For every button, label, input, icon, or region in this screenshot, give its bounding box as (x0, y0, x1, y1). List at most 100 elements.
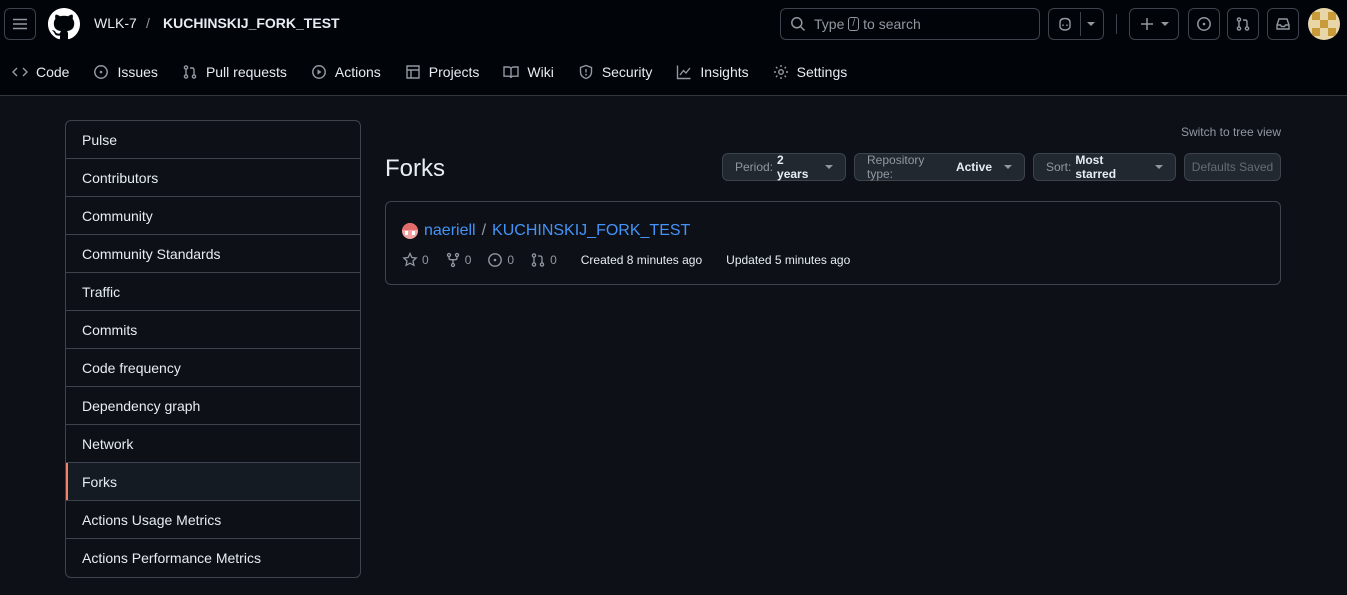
chevron-down-icon[interactable] (1087, 22, 1095, 26)
issue-icon (1197, 17, 1211, 31)
table-icon (406, 65, 420, 79)
nav-security[interactable]: Security (578, 64, 653, 80)
sidebar-item-actions-usage-metrics[interactable]: Actions Usage Metrics (66, 501, 360, 539)
nav-insights[interactable]: Insights (676, 64, 749, 80)
nav-settings[interactable]: Settings (773, 64, 848, 80)
pull-request-icon (1236, 17, 1250, 31)
graph-icon (677, 65, 691, 80)
issue-icon (488, 253, 503, 267)
fork-pulls-count: 0 (550, 253, 557, 267)
nav-wiki[interactable]: Wiki (503, 64, 554, 80)
gear-icon (773, 65, 788, 79)
repository-type-label: Repository type: (867, 153, 925, 181)
app-header: WLK-7 / KUCHINSKIJ_FORK_TEST Type / to s… (0, 0, 1347, 96)
sort-label: Sort: (1046, 160, 1072, 174)
nav-projects[interactable]: Projects (405, 64, 480, 80)
fork-stars: 0 (402, 252, 429, 268)
github-logo-icon[interactable] (48, 8, 80, 40)
nav-actions[interactable]: Actions (311, 64, 381, 80)
repository-type-value: Active (955, 160, 992, 174)
pull-requests-button[interactable] (1227, 8, 1259, 40)
breadcrumb-separator: / (146, 15, 150, 31)
sidebar-item-community[interactable]: Community (66, 197, 360, 235)
nav-code-label: Code (36, 64, 70, 80)
create-new-button[interactable] (1129, 8, 1179, 40)
sidebar-item-contributors[interactable]: Contributors (66, 159, 360, 197)
nav-actions-label: Actions (334, 64, 381, 80)
search-prefix: Type (814, 16, 845, 32)
sidebar-item-code-frequency[interactable]: Code frequency (66, 349, 360, 387)
copilot-button[interactable] (1048, 8, 1104, 40)
search-icon (791, 17, 806, 32)
switch-to-tree-view-link[interactable]: Switch to tree view (1181, 125, 1281, 139)
period-value: 2 years (777, 153, 809, 181)
fork-forks-count: 0 (464, 253, 472, 267)
chevron-down-icon (1004, 165, 1012, 169)
sidebar-item-forks[interactable]: Forks (66, 463, 360, 501)
book-icon (503, 66, 520, 79)
page-title: Forks (385, 155, 445, 182)
breadcrumb-owner[interactable]: WLK-7 (94, 15, 137, 31)
nav-issues-label: Issues (117, 64, 158, 80)
sidebar-item-dependency-graph[interactable]: Dependency graph (66, 387, 360, 425)
period-label: Period: (735, 160, 774, 174)
sidebar-item-commits[interactable]: Commits (66, 311, 360, 349)
search-input[interactable]: Type / to search (780, 8, 1040, 40)
fork-owner-avatar[interactable] (402, 223, 418, 239)
nav-pull-requests[interactable]: Pull requests (182, 64, 287, 80)
nav-pull-requests-label: Pull requests (205, 64, 287, 80)
search-suffix: to search (863, 16, 921, 32)
nav-issues[interactable]: Issues (93, 64, 158, 80)
sidebar-item-community-standards[interactable]: Community Standards (66, 235, 360, 273)
fork-owner-link[interactable]: naeriell (424, 222, 476, 240)
avatar-icon (1312, 12, 1336, 36)
sidebar-item-pulse[interactable]: Pulse (66, 121, 360, 159)
fork-separator: / (481, 222, 487, 239)
shield-icon (579, 64, 593, 80)
search-shortcut-key: / (848, 17, 860, 31)
sidebar-item-network[interactable]: Network (66, 425, 360, 463)
fork-title: naeriell / KUCHINSKIJ_FORK_TEST (402, 222, 690, 240)
fork-list-item: naeriell / KUCHINSKIJ_FORK_TEST 0 0 0 0 … (385, 201, 1281, 285)
menu-button[interactable] (4, 8, 36, 40)
fork-icon (446, 252, 459, 268)
fork-pulls: 0 (530, 252, 557, 268)
avatar-icon (402, 223, 418, 235)
sidebar-item-traffic[interactable]: Traffic (66, 273, 360, 311)
breadcrumb-repo[interactable]: KUCHINSKIJ_FORK_TEST (163, 15, 340, 31)
inbox-button[interactable] (1267, 8, 1299, 40)
pull-request-icon (183, 65, 197, 79)
user-avatar[interactable] (1308, 8, 1340, 40)
fork-repo-link[interactable]: KUCHINSKIJ_FORK_TEST (492, 222, 690, 240)
nav-security-label: Security (601, 64, 653, 80)
repo-nav: Code Issues Pull requests Actions Projec… (0, 60, 871, 84)
fork-created: Created 8 minutes ago (580, 253, 703, 267)
fork-issues: 0 (487, 252, 514, 268)
copilot-divider (1080, 12, 1081, 36)
inbox-icon (1276, 18, 1290, 30)
nav-wiki-label: Wiki (527, 64, 554, 80)
plus-icon (1141, 18, 1153, 30)
nav-code[interactable]: Code (12, 64, 69, 80)
code-icon (12, 67, 28, 77)
repository-type-select[interactable]: Repository type: Active (854, 153, 1025, 181)
issues-button[interactable] (1188, 8, 1220, 40)
sidebar-item-actions-performance-metrics[interactable]: Actions Performance Metrics (66, 539, 360, 577)
nav-projects-label: Projects (428, 64, 480, 80)
fork-stars-count: 0 (422, 253, 429, 267)
chevron-down-icon (825, 165, 833, 169)
fork-updated: Updated 5 minutes ago (726, 253, 851, 267)
sort-select[interactable]: Sort: Most starred (1033, 153, 1176, 181)
pull-request-icon (531, 253, 545, 267)
fork-issues-count: 0 (507, 253, 515, 267)
copilot-icon (1059, 17, 1071, 31)
nav-insights-label: Insights (700, 64, 749, 80)
nav-settings-label: Settings (796, 64, 848, 80)
period-select[interactable]: Period: 2 years (722, 153, 846, 181)
hamburger-icon (13, 18, 27, 30)
insights-sidebar: Pulse Contributors Community Community S… (65, 120, 361, 578)
chevron-down-icon (1155, 165, 1163, 169)
issue-icon (94, 65, 109, 79)
sort-value: Most starred (1075, 153, 1117, 181)
chevron-down-icon (1161, 22, 1169, 26)
